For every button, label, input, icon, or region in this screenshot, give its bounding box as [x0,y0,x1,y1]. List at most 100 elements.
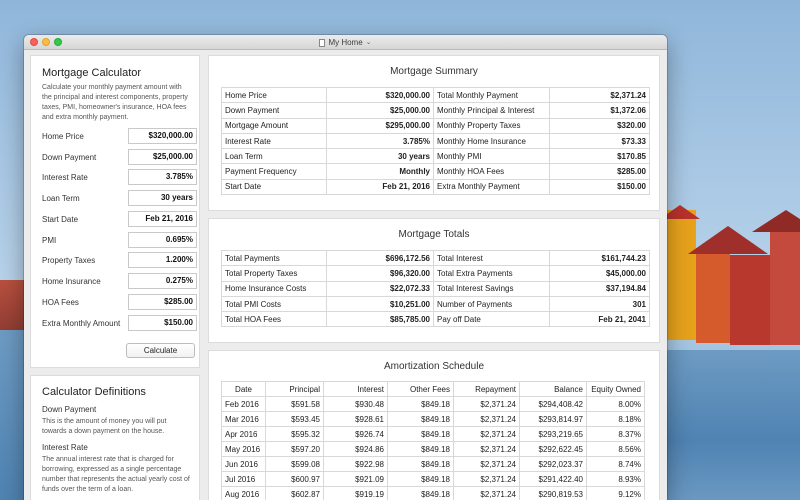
table-cell: $293,814.97 [519,411,587,427]
extra-monthly-amount-input[interactable]: $150.00 [128,315,197,331]
row-value: 3.785% [326,132,434,150]
table-row: Interest Rate 3.785% Monthly Home Insuranc… [221,132,650,150]
row-value: $45,000.00 [549,265,650,282]
column-header[interactable]: Date [221,381,266,397]
table-cell: Apr 2016 [221,426,266,442]
row-value: Feb 21, 2041 [549,311,650,328]
property-taxes-input[interactable]: 1.200% [128,252,197,268]
column-header[interactable]: Balance [519,381,587,397]
table-cell: 8.18% [586,411,645,427]
table-cell: $2,371.24 [453,426,520,442]
column-header[interactable]: Other Fees [387,381,454,397]
field-property-taxes: Property Taxes 1.200% [42,252,197,268]
table-cell: $849.18 [387,486,454,500]
interest-rate-input[interactable]: 3.785% [128,169,197,185]
definition-text: This is the amount of money you will put… [42,418,167,435]
zoom-window-button[interactable] [54,38,62,46]
summary-table: Home Price $320,000.00 Total Monthly Payme… [221,86,650,196]
table-row: Total Property Taxes $96,320.00 Total Extr… [221,265,650,282]
row-value: 301 [549,295,650,313]
table-cell: $849.18 [387,426,454,442]
row-label: Payment Frequency [221,163,327,180]
row-value: $285.00 [549,163,650,180]
table-cell: $599.08 [265,456,324,472]
field-interest-rate: Interest Rate 3.785% [42,169,197,185]
row-label: Total Payments [221,249,327,267]
table-row: Home Insurance Costs $22,072.33 Total Inte… [221,280,650,297]
table-cell: $2,371.24 [453,441,520,457]
field-label: PMI [42,235,57,245]
definition-term: Interest Rate [42,443,88,452]
row-label: Number of Payments [433,295,550,313]
table-row: Aug 2016 $602.87 $919.19 $849.18 $2,371.24 $2… [221,486,645,500]
row-label: Total Interest Savings [433,280,550,297]
table-cell: $2,371.24 [453,471,520,487]
row-value: $85,785.00 [326,311,434,328]
table-cell: 8.93% [586,471,645,487]
column-header[interactable]: Interest [323,381,388,397]
table-cell: 8.74% [586,456,645,472]
row-label: Mortgage Amount [221,117,327,134]
calculator-title: Mortgage Calculator [42,67,142,79]
table-row: Total HOA Fees $85,785.00 Pay off Date Feb … [221,311,650,328]
row-label: Home Insurance Costs [221,280,327,297]
row-value: $1,372.06 [549,102,650,119]
table-cell: $924.86 [323,441,388,457]
field-start-date: Start Date Feb 21, 2016 [42,211,197,227]
amortization-schedule-panel: Amortization Schedule Date Principal Inter… [208,350,660,500]
row-value: $96,320.00 [326,265,434,282]
table-cell: Aug 2016 [221,486,266,500]
table-cell: $595.32 [265,426,324,442]
table-cell: $294,408.42 [519,396,587,412]
table-row: May 2016 $597.20 $924.86 $849.18 $2,371.24 $2… [221,441,645,457]
field-down-payment: Down Payment $25,000.00 [42,149,197,165]
row-label: Total Monthly Payment [433,86,550,104]
table-row: Total Payments $696,172.56 Total Interest $… [221,249,650,267]
row-label: Monthly PMI [433,148,550,165]
down-payment-input[interactable]: $25,000.00 [128,149,197,165]
summary-title: Mortgage Summary [390,66,478,77]
table-row: Total PMI Costs $10,251.00 Number of Payme… [221,295,650,313]
close-window-button[interactable] [30,38,38,46]
field-label: Property Taxes [42,255,96,265]
row-label: Total Extra Payments [433,265,550,282]
table-row: Jun 2016 $599.08 $922.98 $849.18 $2,371.24 $2… [221,456,645,472]
calculator-definitions-panel: Calculator Definitions Down Payment This… [30,375,200,500]
table-cell: $591.58 [265,396,324,412]
home-insurance-input[interactable]: 0.275% [128,273,197,289]
minimize-window-button[interactable] [42,38,50,46]
column-header[interactable]: Equity Owned [586,381,645,397]
mortgage-summary-panel: Mortgage Summary Home Price $320,000.00 To… [208,55,660,211]
start-date-input[interactable]: Feb 21, 2016 [128,211,197,227]
field-loan-term: Loan Term 30 years [42,190,197,206]
calculate-button[interactable]: Calculate [126,343,195,358]
column-header[interactable]: Repayment [453,381,520,397]
table-row: Mar 2016 $593.45 $928.61 $849.18 $2,371.24 $2… [221,411,645,427]
table-cell: $2,371.24 [453,456,520,472]
table-cell: Jun 2016 [221,456,266,472]
table-cell: $292,023.37 [519,456,587,472]
table-cell: $602.87 [265,486,324,500]
table-cell: 8.00% [586,396,645,412]
table-cell: 9.12% [586,486,645,500]
row-value: $10,251.00 [326,295,434,313]
hoa-fees-input[interactable]: $285.00 [128,294,197,310]
home-price-input[interactable]: $320,000.00 [128,128,197,144]
table-cell: Mar 2016 [221,411,266,427]
amortization-title: Amortization Schedule [383,361,485,372]
table-cell: $921.09 [323,471,388,487]
table-row: Home Price $320,000.00 Total Monthly Payme… [221,86,650,104]
row-value: $2,371.24 [549,86,650,104]
title-bar[interactable]: My Home ⌄ [24,35,667,50]
table-cell: Feb 2016 [221,396,266,412]
amortization-table: Date Principal Interest Other Fees Repayment… [221,381,645,500]
mortgage-calculator-panel: Mortgage Calculator Calculate your month… [30,55,200,368]
chevron-down-icon[interactable]: ⌄ [366,35,372,50]
pmi-input[interactable]: 0.695% [128,232,197,248]
row-label: Home Price [221,86,327,104]
field-label: Down Payment [42,152,97,162]
table-cell: Jul 2016 [221,471,266,487]
loan-term-input[interactable]: 30 years [128,190,197,206]
column-header[interactable]: Principal [265,381,324,397]
row-label: Total Property Taxes [221,265,327,282]
